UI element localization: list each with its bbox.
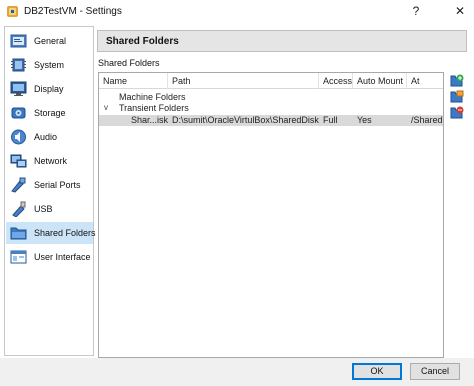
column-header-path[interactable]: Path bbox=[172, 76, 191, 86]
column-header-auto-mount[interactable]: Auto Mount bbox=[357, 76, 403, 86]
chevron-down-icon[interactable]: v bbox=[104, 103, 108, 112]
sidebar-item-label: Serial Ports bbox=[34, 180, 81, 190]
sidebar-item-audio[interactable]: Audio bbox=[6, 126, 93, 148]
system-chip-icon bbox=[11, 58, 26, 72]
column-header-name[interactable]: Name bbox=[103, 76, 127, 86]
help-button[interactable]: ? bbox=[408, 3, 424, 20]
folder-access: Full bbox=[323, 115, 338, 125]
display-monitor-icon bbox=[10, 81, 27, 96]
sidebar-item-label: User Interface bbox=[34, 252, 91, 262]
virtualbox-app-icon bbox=[7, 6, 18, 17]
tree-group-transient-folders[interactable]: v Transient Folders bbox=[99, 103, 443, 114]
tree-header: Name Path Access Auto Mount At bbox=[99, 73, 443, 89]
folder-path: D:\sumit\OracleVirtulBox\SharedDisk bbox=[172, 115, 319, 125]
serial-port-icon bbox=[11, 177, 26, 193]
general-icon bbox=[10, 34, 27, 48]
add-shared-folder-icon[interactable] bbox=[450, 74, 464, 87]
sidebar-item-label: Network bbox=[34, 156, 68, 166]
sidebar-item-label: Storage bbox=[34, 108, 66, 118]
page-header: Shared Folders bbox=[97, 30, 467, 52]
folder-mount-point: /Shared bbox=[411, 115, 443, 125]
group-label: Shared Folders bbox=[98, 58, 160, 68]
sidebar-item-shared-folders[interactable]: Shared Folders bbox=[6, 222, 96, 244]
table-row[interactable]: Shar...isk D:\sumit\OracleVirtulBox\Shar… bbox=[99, 115, 443, 126]
usb-icon bbox=[12, 201, 26, 217]
title-bar: DB2TestVM - Settings ? ✕ bbox=[0, 0, 474, 23]
sidebar-item-label: Audio bbox=[34, 132, 58, 142]
cancel-button[interactable]: Cancel bbox=[410, 363, 460, 380]
sidebar-item-usb[interactable]: USB bbox=[6, 198, 93, 220]
column-separator bbox=[167, 73, 168, 89]
sidebar-item-label: Display bbox=[34, 84, 64, 94]
dialog-footer bbox=[0, 358, 474, 386]
column-separator bbox=[318, 73, 319, 89]
shared-folder-icon bbox=[10, 227, 27, 240]
sidebar-item-network[interactable]: Network bbox=[6, 150, 93, 172]
folder-auto-mount: Yes bbox=[357, 115, 372, 125]
sidebar-item-display[interactable]: Display bbox=[6, 78, 93, 100]
sidebar-item-label: General bbox=[34, 36, 67, 46]
sidebar-item-label: System bbox=[34, 60, 65, 70]
edit-shared-folder-icon[interactable] bbox=[450, 90, 464, 103]
user-interface-icon bbox=[10, 250, 27, 264]
network-icon bbox=[10, 154, 27, 168]
folder-name: Shar...isk bbox=[131, 115, 169, 125]
sidebar-item-label: Shared Folders bbox=[34, 228, 96, 238]
window-title: DB2TestVM - Settings bbox=[24, 6, 122, 17]
column-separator bbox=[352, 73, 353, 89]
sidebar-item-user-interface[interactable]: User Interface bbox=[6, 246, 93, 268]
sidebar-item-storage[interactable]: Storage bbox=[6, 102, 93, 124]
shared-folders-tree[interactable]: Name Path Access Auto Mount At Machine F… bbox=[98, 72, 444, 358]
ok-button[interactable]: OK bbox=[352, 363, 402, 380]
column-separator bbox=[406, 73, 407, 89]
group-label: Transient Folders bbox=[119, 103, 189, 113]
remove-shared-folder-icon[interactable] bbox=[450, 106, 464, 119]
storage-disk-icon bbox=[11, 107, 26, 119]
close-button[interactable]: ✕ bbox=[452, 3, 468, 20]
page-title: Shared Folders bbox=[106, 36, 179, 47]
tree-group-machine-folders[interactable]: Machine Folders bbox=[99, 92, 443, 103]
sidebar-item-system[interactable]: System bbox=[6, 54, 93, 76]
sidebar-item-general[interactable]: General bbox=[6, 30, 93, 52]
folder-toolbar bbox=[450, 72, 466, 132]
column-header-at[interactable]: At bbox=[411, 76, 420, 86]
group-label: Machine Folders bbox=[119, 92, 186, 102]
audio-speaker-icon bbox=[11, 129, 26, 145]
sidebar-item-label: USB bbox=[34, 204, 53, 214]
sidebar-item-serial-ports[interactable]: Serial Ports bbox=[6, 174, 93, 196]
column-header-access[interactable]: Access bbox=[323, 76, 352, 86]
settings-sidebar: General System Display Storage Audio Net… bbox=[4, 26, 96, 356]
